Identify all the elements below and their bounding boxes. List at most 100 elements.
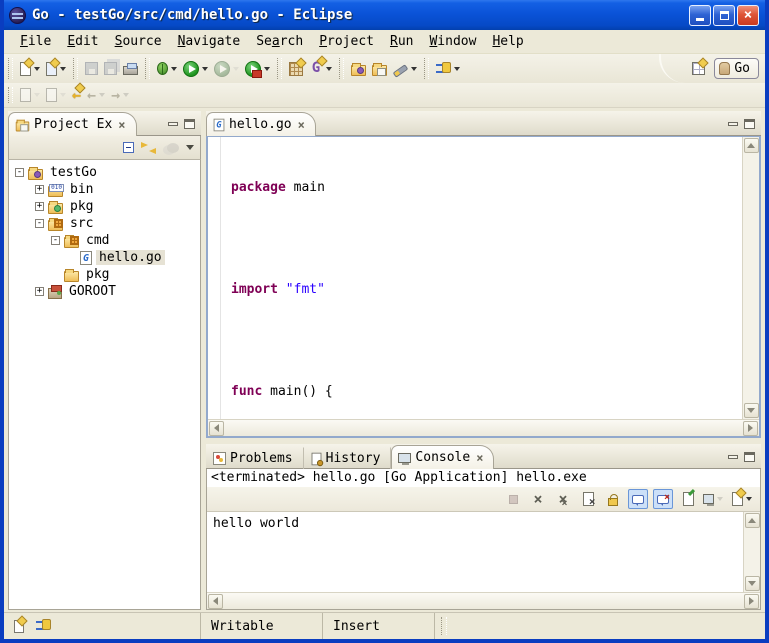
tree-item-src[interactable]: - src xyxy=(9,215,200,232)
pin-console-button[interactable] xyxy=(678,489,698,509)
new-go-element-button[interactable]: G xyxy=(307,58,334,80)
debug-button[interactable] xyxy=(155,58,179,80)
tab-problems[interactable]: Problems xyxy=(206,447,304,469)
go-perspective-label: Go xyxy=(734,61,750,76)
minimize-button[interactable] xyxy=(689,5,711,26)
maximize-editor-button[interactable] xyxy=(744,119,755,129)
close-view-icon[interactable]: × xyxy=(118,118,125,132)
minimize-console-button[interactable] xyxy=(728,455,738,459)
next-annotation-button[interactable] xyxy=(18,84,42,106)
scroll-down-button[interactable] xyxy=(744,403,759,418)
save-all-button[interactable] xyxy=(102,58,119,80)
tree-item-pkg[interactable]: + pkg xyxy=(9,198,200,215)
expander-icon[interactable]: + xyxy=(35,185,44,194)
workspace: Project Ex × - testGo xyxy=(4,108,765,612)
menu-file[interactable]: File xyxy=(12,32,59,51)
display-console-button[interactable] xyxy=(703,489,723,509)
console-horizontal-scrollbar[interactable] xyxy=(207,592,760,609)
expander-icon[interactable]: - xyxy=(15,168,24,177)
minimize-editor-button[interactable] xyxy=(728,122,738,126)
open-console-button[interactable] xyxy=(728,489,756,509)
menu-window[interactable]: Window xyxy=(421,32,484,51)
scroll-right-button[interactable] xyxy=(744,594,759,609)
editor-horizontal-scrollbar[interactable] xyxy=(208,419,759,436)
scroll-up-button[interactable] xyxy=(745,513,760,528)
view-menu-icon[interactable] xyxy=(186,145,194,150)
remove-all-launches-button[interactable]: × xyxy=(553,489,573,509)
tab-console[interactable]: Console × xyxy=(391,445,494,469)
expander-icon[interactable]: - xyxy=(35,219,44,228)
menu-run[interactable]: Run xyxy=(382,32,421,51)
close-button[interactable]: × xyxy=(737,5,759,26)
run-button[interactable] xyxy=(181,58,210,80)
new-go-file-button[interactable] xyxy=(44,58,68,80)
history-icon xyxy=(311,452,321,465)
previous-annotation-button[interactable] xyxy=(44,84,68,106)
new-wizard-button[interactable] xyxy=(18,58,42,80)
tree-item-testgo[interactable]: - testGo xyxy=(9,164,200,181)
project-explorer-view: Project Ex × - testGo xyxy=(8,111,201,610)
show-stdout-button[interactable] xyxy=(628,489,648,509)
tab-project-explorer[interactable]: Project Ex × xyxy=(8,112,137,136)
tree-item-src-pkg[interactable]: pkg xyxy=(9,266,200,283)
show-stderr-button[interactable] xyxy=(653,489,673,509)
minimize-view-button[interactable] xyxy=(168,122,178,126)
scroll-left-button[interactable] xyxy=(209,421,224,436)
menu-help[interactable]: Help xyxy=(484,32,531,51)
go-perspective-button[interactable]: Go xyxy=(714,58,759,79)
last-edit-location-button[interactable]: ← xyxy=(70,84,83,106)
save-button[interactable] xyxy=(83,58,100,80)
scroll-left-button[interactable] xyxy=(208,594,223,609)
open-folder-button[interactable] xyxy=(370,58,389,80)
collapse-all-icon[interactable] xyxy=(123,142,134,153)
external-tools-button[interactable] xyxy=(243,58,272,80)
scroll-lock-button[interactable] xyxy=(603,489,623,509)
focus-icon[interactable] xyxy=(167,143,179,153)
console-vertical-scrollbar[interactable] xyxy=(743,512,760,592)
maximize-console-button[interactable] xyxy=(744,452,755,462)
tree-item-goroot[interactable]: + GOROOT xyxy=(9,283,200,300)
fast-view-icon[interactable] xyxy=(14,620,24,633)
open-perspective-button[interactable] xyxy=(690,58,707,80)
maximize-view-button[interactable] xyxy=(184,119,195,129)
link-with-editor-icon[interactable] xyxy=(141,141,156,154)
toolbar-handle[interactable] xyxy=(8,58,13,78)
clear-console-button[interactable] xyxy=(578,489,598,509)
menu-search[interactable]: Search xyxy=(248,32,311,51)
run-history-icon xyxy=(214,61,230,77)
maximize-button[interactable] xyxy=(713,5,735,26)
tree-item-hello-go[interactable]: G hello.go xyxy=(9,249,200,266)
print-button[interactable] xyxy=(121,58,140,80)
search-button[interactable] xyxy=(391,58,419,80)
tree-item-bin[interactable]: + bin xyxy=(9,181,200,198)
menu-edit[interactable]: Edit xyxy=(59,32,106,51)
tab-hello-go[interactable]: G hello.go × xyxy=(206,112,316,136)
forward-button[interactable]: → xyxy=(109,84,131,106)
expander-icon[interactable]: + xyxy=(35,202,44,211)
synchronize-button[interactable] xyxy=(434,58,462,80)
terminate-button[interactable] xyxy=(503,489,523,509)
titlebar: Go - testGo/src/cmd/hello.go - Eclipse × xyxy=(4,0,765,30)
menu-navigate[interactable]: Navigate xyxy=(170,32,249,51)
expander-icon[interactable]: - xyxy=(51,236,60,245)
run-history-button[interactable] xyxy=(212,58,241,80)
synchronize-icon[interactable] xyxy=(36,619,51,633)
editor-vertical-scrollbar[interactable] xyxy=(742,137,759,419)
scroll-down-button[interactable] xyxy=(745,576,760,591)
tab-history[interactable]: History xyxy=(304,447,392,469)
scroll-right-button[interactable] xyxy=(743,421,758,436)
scroll-up-button[interactable] xyxy=(744,138,759,153)
new-go-project-button[interactable] xyxy=(287,58,305,80)
back-button[interactable]: ← xyxy=(85,84,107,106)
menu-source[interactable]: Source xyxy=(107,32,170,51)
code-area[interactable]: package main import "fmt" func main() { … xyxy=(221,137,742,419)
menu-project[interactable]: Project xyxy=(311,32,382,51)
tree-item-cmd[interactable]: - cmd xyxy=(9,232,200,249)
close-console-icon[interactable]: × xyxy=(476,451,483,465)
remove-launch-button[interactable]: × xyxy=(528,489,548,509)
console-output[interactable]: hello world xyxy=(207,512,743,592)
open-resource-button[interactable] xyxy=(349,58,368,80)
expander-icon[interactable]: + xyxy=(35,287,44,296)
close-editor-icon[interactable]: × xyxy=(298,118,305,132)
show-stderr-icon xyxy=(657,495,669,504)
